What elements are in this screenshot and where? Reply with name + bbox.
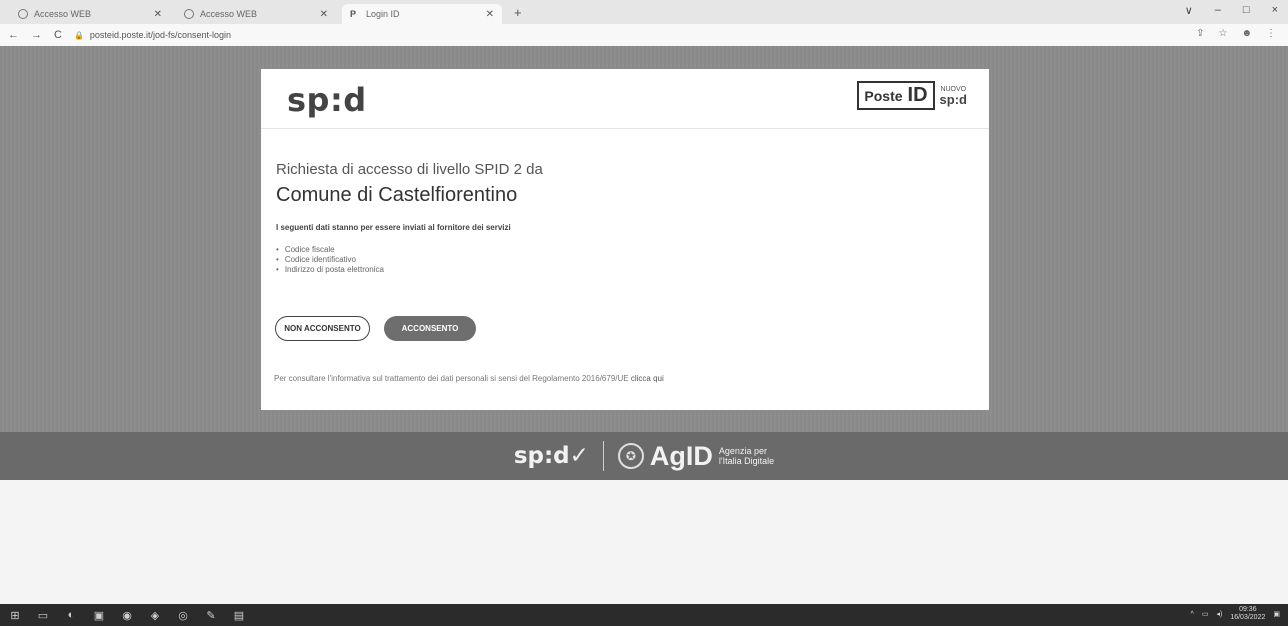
volume-icon[interactable]: ◂) bbox=[1216, 610, 1222, 618]
browser-tab-active[interactable]: P Login ID ✕ bbox=[342, 4, 502, 24]
privacy-link[interactable]: clicca qui bbox=[631, 374, 664, 383]
system-tray: ^ ▭ ◂) 09:36 16/03/2022 ▣ bbox=[1191, 606, 1280, 622]
globe-icon bbox=[18, 9, 28, 19]
posteid-nuovo-badge: NUOVO sp:d bbox=[940, 86, 967, 106]
attribute-list: Codice fiscale Codice identificativo Ind… bbox=[276, 245, 384, 275]
browser-tab-strip: Accesso WEB ✕ Accesso WEB ✕ P Login ID ✕… bbox=[0, 0, 1288, 24]
close-tab-icon[interactable]: ✕ bbox=[486, 9, 494, 20]
reload-icon[interactable]: C bbox=[54, 29, 62, 41]
share-icon[interactable]: ⇪ bbox=[1196, 28, 1204, 39]
consent-card: sp:d Poste ID NUOVO sp:d Richiesta di ac… bbox=[261, 69, 989, 410]
poste-favicon-icon: P bbox=[350, 9, 357, 19]
task-view-icon[interactable]: ▭ bbox=[36, 608, 50, 622]
browser-tab[interactable]: Accesso WEB ✕ bbox=[176, 4, 336, 24]
list-item: Codice fiscale bbox=[276, 245, 384, 255]
card-header: sp:d Poste ID NUOVO sp:d bbox=[261, 69, 989, 129]
close-tab-icon[interactable]: ✕ bbox=[320, 9, 328, 20]
menu-kebab-icon[interactable]: ⋮ bbox=[1266, 28, 1276, 39]
close-tab-icon[interactable]: ✕ bbox=[154, 9, 162, 20]
tab-search-icon[interactable]: ∨ bbox=[1185, 4, 1193, 17]
spid-logo: sp:d bbox=[287, 81, 367, 119]
deny-consent-button[interactable]: NON ACCONSENTO bbox=[275, 316, 370, 341]
tab-title: Accesso WEB bbox=[34, 9, 92, 19]
spid-footer-logo: sp:d✓ bbox=[513, 443, 589, 469]
spid-small-logo: sp:d bbox=[939, 91, 967, 107]
footer-divider bbox=[602, 441, 604, 471]
new-tab-button[interactable]: + bbox=[508, 4, 528, 24]
back-icon[interactable]: ← bbox=[8, 29, 19, 41]
tab-title: Accesso WEB bbox=[200, 9, 258, 19]
accept-consent-button[interactable]: ACCONSENTO bbox=[384, 316, 476, 341]
window-controls: ∨ – □ × bbox=[1185, 4, 1278, 17]
posteid-id-text: ID bbox=[907, 84, 928, 106]
data-intro-text: I seguenti dati stanno per essere inviat… bbox=[276, 223, 511, 232]
lock-icon: 🔒 bbox=[73, 30, 84, 40]
firefox-icon[interactable]: ◉ bbox=[120, 608, 134, 622]
privacy-notice: Per consultare l'informativa sul trattam… bbox=[274, 374, 664, 383]
app-icon[interactable]: ◈ bbox=[148, 608, 162, 622]
document-icon[interactable]: ▤ bbox=[232, 608, 246, 622]
posteid-poste-text: Poste bbox=[864, 87, 903, 104]
forward-icon[interactable]: → bbox=[31, 29, 42, 41]
profile-icon[interactable]: ☻ bbox=[1241, 28, 1252, 39]
edge-icon[interactable]: ◐ bbox=[64, 608, 78, 622]
agid-subtitle: Agenzia per l'Italia Digitale bbox=[719, 446, 774, 466]
bookmark-star-icon[interactable]: ☆ bbox=[1219, 28, 1228, 39]
globe-icon bbox=[184, 9, 194, 19]
request-line: Richiesta di accesso di livello SPID 2 d… bbox=[276, 161, 543, 178]
windows-taskbar: ⊞ ▭ ◐ ▣ ◉ ◈ ◎ ✎ ▤ ^ ▭ ◂) 09:36 16/03/202… bbox=[0, 604, 1288, 626]
clock[interactable]: 09:36 16/03/2022 bbox=[1230, 606, 1265, 622]
tab-title: Login ID bbox=[366, 9, 400, 19]
tray-chevron-icon[interactable]: ^ bbox=[1191, 611, 1194, 618]
agid-subtitle-line-1: Agenzia per bbox=[718, 446, 767, 456]
network-icon[interactable]: ▭ bbox=[1202, 610, 1209, 618]
posteid-logo: Poste ID NUOVO sp:d bbox=[857, 81, 967, 110]
page-blank-area bbox=[0, 480, 1288, 604]
explorer-icon[interactable]: ▣ bbox=[92, 608, 106, 622]
footer-band: sp:d✓ ✪ AgID Agenzia per l'Italia Digita… bbox=[0, 432, 1288, 480]
browser-tab[interactable]: Accesso WEB ✕ bbox=[10, 4, 170, 24]
agid-subtitle-line-2: l'Italia Digitale bbox=[718, 456, 775, 466]
clock-time: 09:36 bbox=[1239, 606, 1257, 613]
agid-wordmark: AgID bbox=[649, 440, 713, 471]
privacy-text: Per consultare l'informativa sul trattam… bbox=[274, 374, 629, 383]
clock-date: 16/03/2022 bbox=[1230, 614, 1266, 621]
address-bar-actions: ⇪ ☆ ☻ ⋮ bbox=[1196, 28, 1276, 39]
agid-logo: ✪ AgID Agenzia per l'Italia Digitale bbox=[617, 440, 774, 472]
minimize-button[interactable]: – bbox=[1215, 4, 1221, 17]
url-text: posteid.poste.it/jod-fs/consent-login bbox=[89, 30, 232, 40]
maximize-button[interactable]: □ bbox=[1243, 4, 1250, 17]
address-bar: ← → C 🔒 posteid.poste.it/jod-fs/consent-… bbox=[0, 24, 1288, 46]
list-item: Codice identificativo bbox=[276, 255, 384, 265]
chrome-icon[interactable]: ◎ bbox=[176, 608, 190, 622]
notifications-icon[interactable]: ▣ bbox=[1273, 610, 1280, 618]
url-field[interactable]: 🔒 posteid.poste.it/jod-fs/consent-login bbox=[74, 30, 231, 40]
italian-emblem-icon: ✪ bbox=[617, 443, 644, 469]
start-icon[interactable]: ⊞ bbox=[8, 608, 22, 622]
posteid-box: Poste ID bbox=[857, 81, 935, 110]
organization-name: Comune di Castelfiorentino bbox=[276, 184, 518, 206]
list-item: Indirizzo di posta elettronica bbox=[276, 265, 384, 275]
app-icon[interactable]: ✎ bbox=[204, 608, 218, 622]
close-window-button[interactable]: × bbox=[1272, 4, 1278, 17]
